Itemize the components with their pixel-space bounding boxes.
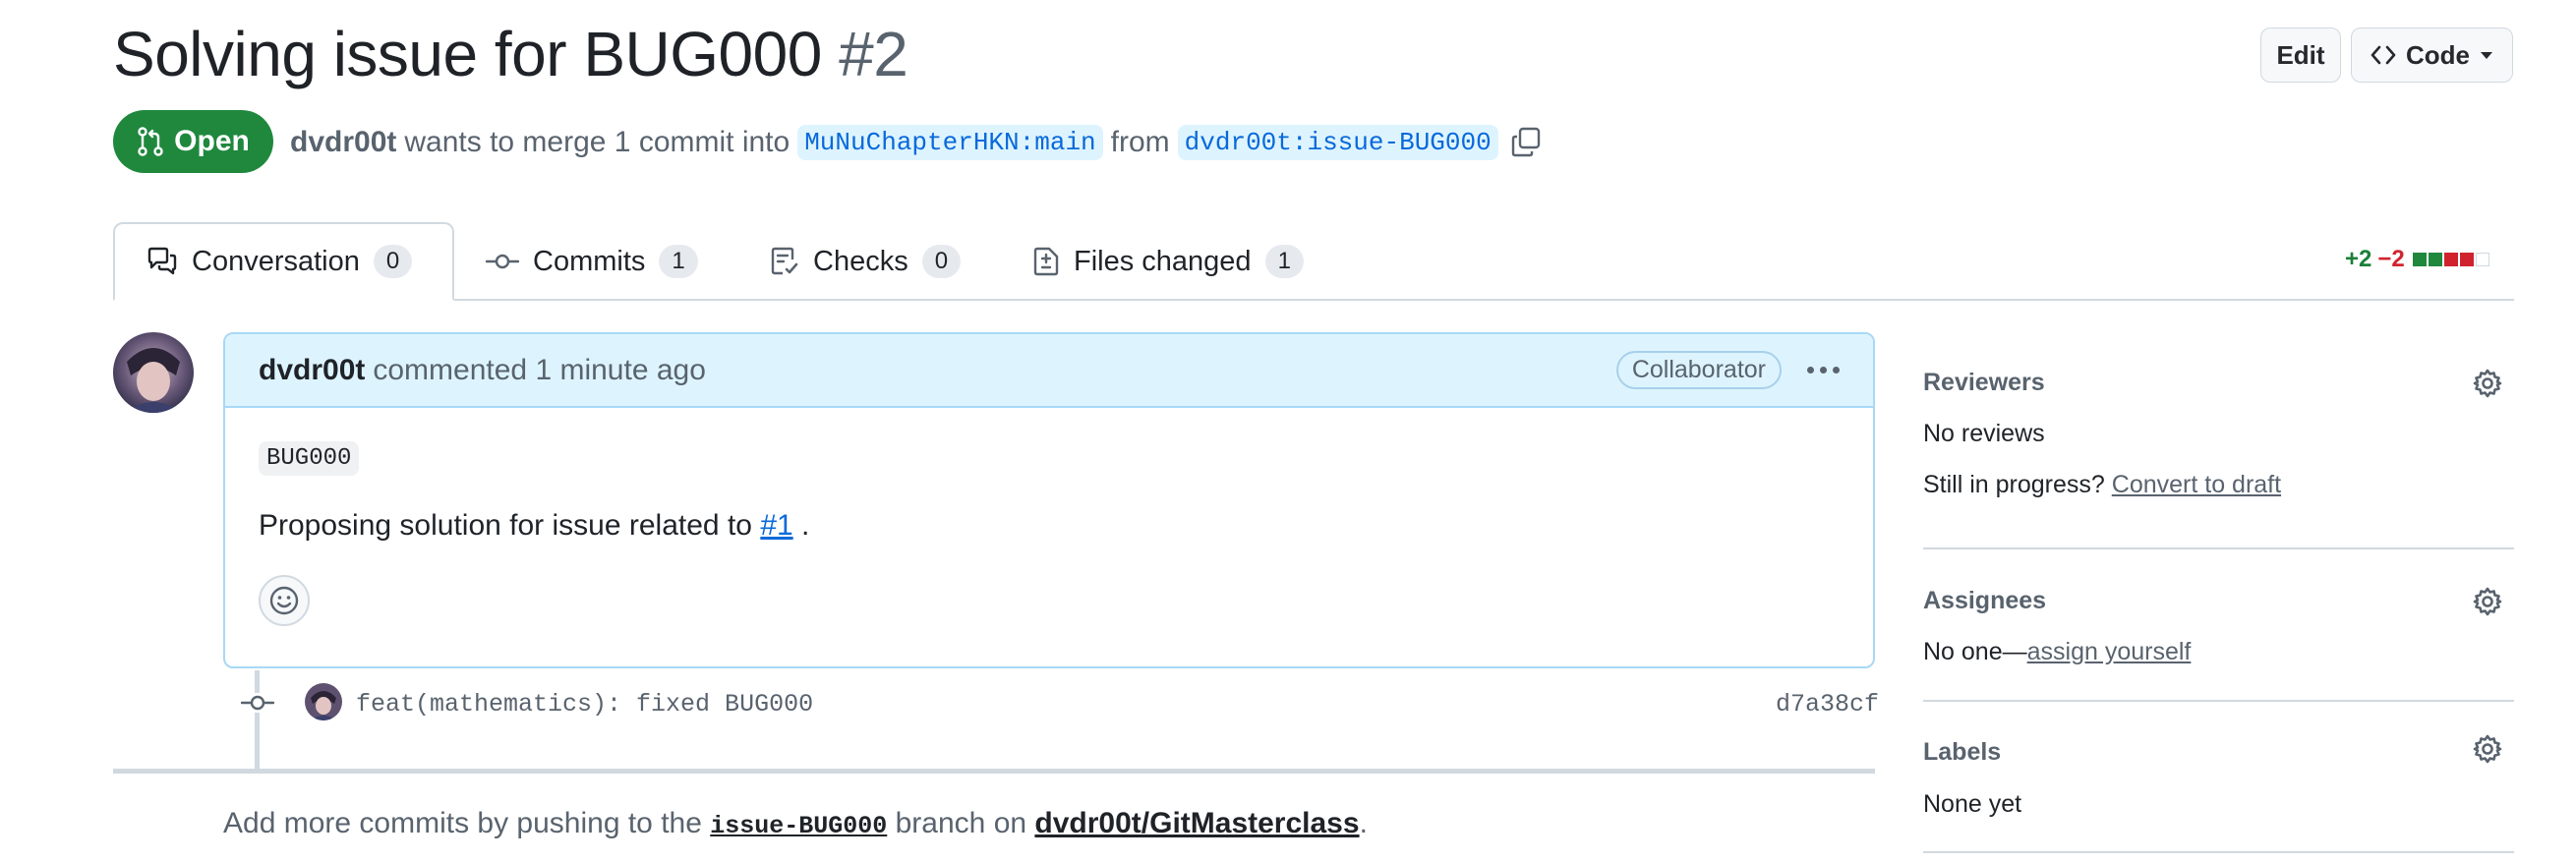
tab-checks-count: 0 [921,245,962,278]
comment-text: Proposing solution for issue related to … [259,509,1840,543]
tab-commits-label: Commits [533,245,646,277]
assignees-value: No one—assign yourself [1923,638,2191,666]
git-commit-icon [486,254,519,269]
commit-author-avatar[interactable] [305,683,342,720]
tab-conversation-label: Conversation [192,245,360,277]
add-reaction-button[interactable] [259,575,310,626]
tab-files-changed[interactable]: Files changed 1 [1032,222,1304,301]
assignees-title[interactable]: Assignees [1923,587,2046,615]
pr-number: #2 [839,19,908,89]
copy-icon[interactable] [1510,127,1542,158]
pr-state-label: Open [174,125,250,157]
git-commit-icon [240,693,275,718]
tab-checks[interactable]: Checks 0 [770,222,962,301]
labels-title[interactable]: Labels [1923,738,2001,767]
git-pull-request-icon [138,127,163,156]
smiley-icon [269,586,299,615]
diffstat-deletions: −2 [2377,246,2405,272]
pr-author-link[interactable]: dvdr00t [290,126,396,159]
convert-to-draft-link[interactable]: Convert to draft [2112,471,2281,498]
timeline-line [255,670,260,771]
edit-button[interactable]: Edit [2260,28,2341,83]
issue-link[interactable]: #1 [760,509,792,542]
comment-timestamp[interactable]: commented 1 minute ago [373,354,706,387]
merge-text: wants to merge 1 commit into [404,126,790,158]
push-note-suffix: . [1359,807,1368,839]
push-note-repo[interactable]: dvdr00t/GitMasterclass [1034,807,1359,839]
checklist-icon [771,247,798,275]
code-button[interactable]: Code [2351,28,2513,83]
tab-files-changed-label: Files changed [1074,245,1252,277]
comment-text-before: Proposing solution for issue related to [259,509,752,542]
inline-code: BUG000 [259,441,360,476]
edit-button-label: Edit [2276,39,2325,70]
collaborator-badge: Collaborator [1615,351,1782,389]
assignees-gear-icon[interactable] [2472,586,2503,622]
labels-gear-icon[interactable] [2472,733,2503,770]
push-note-branch[interactable]: issue-BUG000 [710,812,887,840]
comment-author[interactable]: dvdr00t [259,354,365,387]
reviewers-gear-icon[interactable] [2472,368,2503,404]
commit-sha[interactable]: d7a38cf [1776,690,1879,719]
pr-title-text: Solving issue for BUG000 [113,19,822,89]
code-icon [2371,45,2396,65]
labels-value: None yet [1923,790,2022,818]
diffstat-blocks [2411,246,2489,273]
tab-conversation[interactable]: Conversation 0 [113,222,454,301]
pr-title: Solving issue for BUG000 #2 [113,18,908,90]
file-diff-icon [1033,247,1059,276]
comment-header: dvdr00t commented 1 minute ago Collabora… [225,334,1873,408]
head-branch[interactable]: dvdr00t:issue-BUG000 [1177,125,1498,160]
pr-merge-info: dvdr00t wants to merge 1 commit into MuN… [290,125,1542,160]
tab-conversation-count: 0 [373,245,413,278]
push-note-middle: branch on [895,807,1027,839]
diffstat-additions: +2 [2345,246,2372,272]
sidebar-divider [1923,700,2514,702]
draft-hint-text: Still in progress? [1923,471,2105,498]
comment-body: BUG000 Proposing solution for issue rela… [225,408,1873,626]
tab-commits[interactable]: Commits 1 [486,222,698,301]
author-avatar[interactable] [113,332,194,413]
caret-down-icon [2481,52,2492,59]
pr-state-badge: Open [113,110,273,173]
sidebar-divider [1923,851,2514,853]
base-branch[interactable]: MuNuChapterHKN:main [797,125,1103,160]
push-note: Add more commits by pushing to the issue… [223,807,1368,840]
assignees-prefix: No one— [1923,638,2027,665]
comment-discussion-icon [147,247,177,275]
reviewers-value: No reviews [1923,420,2045,447]
tabs-underline [113,299,2514,301]
code-button-label: Code [2406,39,2470,70]
diffstat: +2 −2 [2345,246,2489,273]
tab-files-changed-count: 1 [1264,245,1304,278]
reviewers-title[interactable]: Reviewers [1923,369,2045,397]
comment-text-after: . [801,509,810,542]
comment-box: dvdr00t commented 1 minute ago Collabora… [223,332,1875,668]
tab-commits-count: 1 [659,245,698,278]
push-note-prefix: Add more commits by pushing to the [223,807,702,839]
tab-checks-label: Checks [813,245,908,277]
commit-message[interactable]: feat(mathematics): fixed BUG000 [356,690,813,719]
sidebar-divider [1923,547,2514,549]
from-text: from [1110,126,1170,158]
timeline-end-divider [113,769,1875,774]
draft-hint: Still in progress? Convert to draft [1923,471,2281,499]
kebab-icon[interactable] [1807,367,1840,374]
assign-yourself-link[interactable]: assign yourself [2027,638,2192,665]
